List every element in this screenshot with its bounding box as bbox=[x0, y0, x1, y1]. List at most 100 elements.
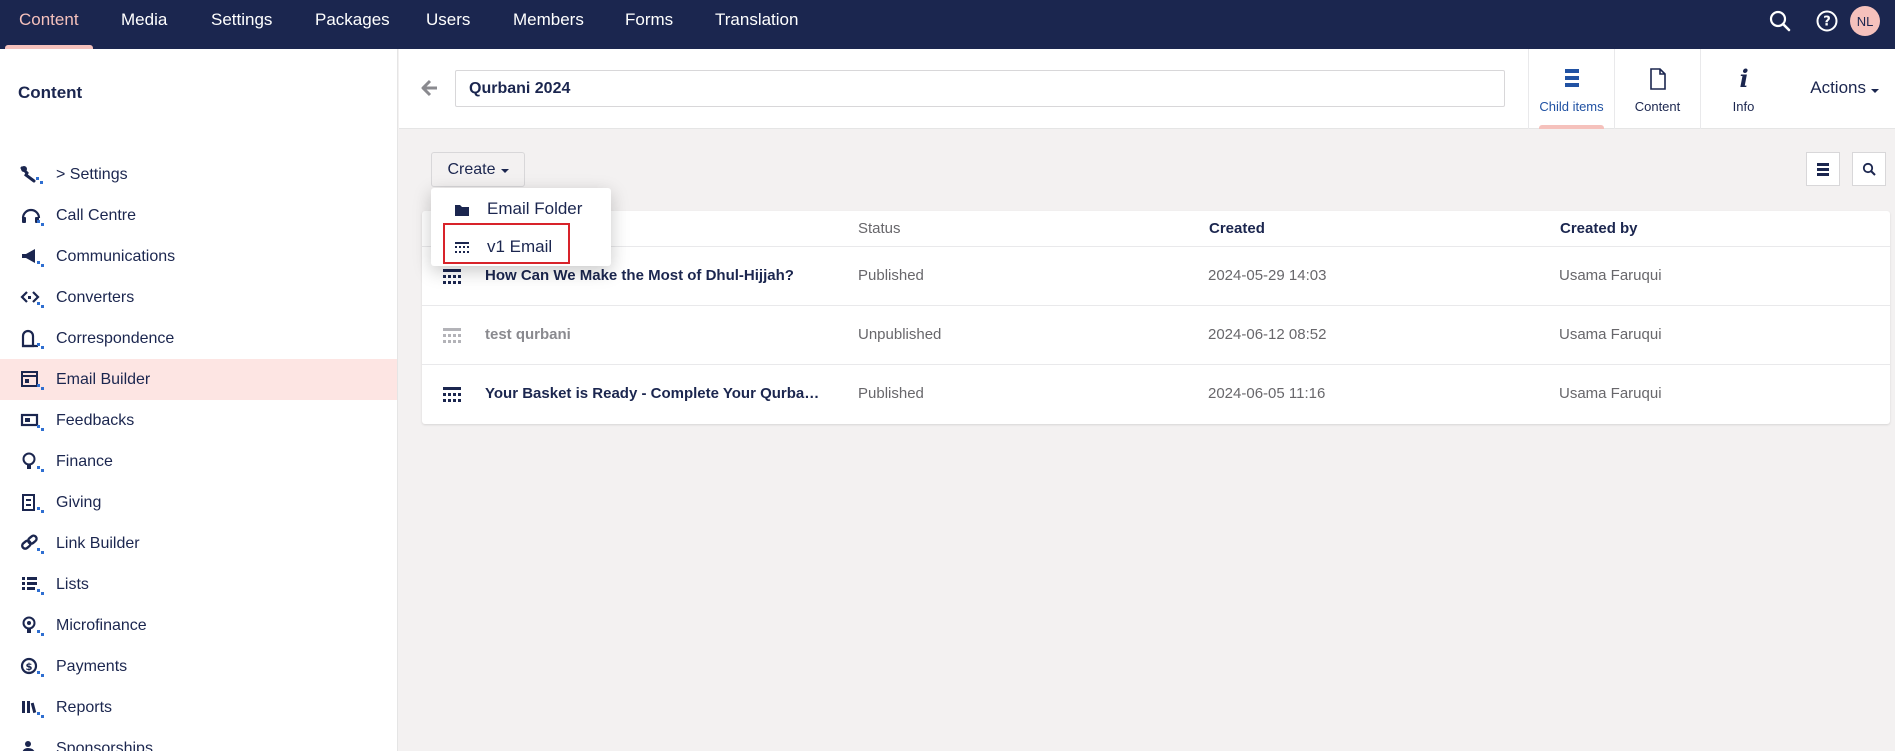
tree-item-feedbacks[interactable]: Feedbacks bbox=[0, 400, 397, 441]
tree-item-call-centre[interactable]: Call Centre bbox=[0, 195, 397, 236]
child-items-table: Status Created Created by How Can We Mak… bbox=[422, 211, 1890, 424]
svg-text:?: ? bbox=[1823, 15, 1831, 30]
search-icon[interactable] bbox=[1766, 7, 1794, 35]
search-icon bbox=[1862, 162, 1876, 176]
row-status: Published bbox=[858, 385, 924, 402]
tree-item-sponsorships[interactable]: Sponsorships bbox=[0, 728, 397, 751]
tree-item-communications[interactable]: Communications bbox=[0, 236, 397, 277]
tree-item-label: Correspondence bbox=[56, 329, 175, 347]
row-created: 2024-06-05 11:16 bbox=[1208, 385, 1326, 402]
tree-item-link-builder[interactable]: Link Builder bbox=[0, 523, 397, 564]
email-grid-icon bbox=[443, 269, 461, 284]
tab-label: Content bbox=[1634, 99, 1681, 114]
headset-icon bbox=[21, 208, 44, 226]
table-row[interactable]: How Can We Make the Most of Dhul-Hijjah?… bbox=[422, 247, 1890, 306]
row-created: 2024-06-12 08:52 bbox=[1208, 326, 1327, 343]
section-forms[interactable]: Forms bbox=[606, 0, 692, 49]
table-row[interactable]: test qurbani Unpublished 2024-06-12 08:5… bbox=[422, 306, 1890, 365]
folder-icon bbox=[455, 205, 469, 216]
menu-item-v1-email[interactable]: v1 Email bbox=[431, 228, 611, 266]
menu-item-email-folder[interactable]: Email Folder bbox=[431, 190, 611, 228]
tab-info[interactable]: i Info bbox=[1700, 49, 1786, 129]
tree-item-finance[interactable]: Finance bbox=[0, 441, 397, 482]
user-avatar[interactable]: NL bbox=[1850, 6, 1880, 36]
back-arrow-icon[interactable] bbox=[421, 79, 439, 97]
tab-content[interactable]: Content bbox=[1614, 49, 1700, 129]
row-status: Unpublished bbox=[858, 326, 942, 343]
list-layout-icon bbox=[1817, 163, 1829, 176]
column-created-by[interactable]: Created by bbox=[1560, 220, 1638, 237]
editor-header: Child items Content i Info Actions bbox=[399, 49, 1895, 129]
section-content[interactable]: Content bbox=[0, 0, 98, 49]
row-created-by: Usama Faruqui bbox=[1559, 385, 1662, 402]
row-name[interactable]: How Can We Make the Most of Dhul-Hijjah? bbox=[485, 267, 825, 284]
top-navigation-bar: Content Media Settings Packages Users Me… bbox=[0, 0, 1895, 49]
tree-item-label: Call Centre bbox=[56, 206, 137, 224]
tree-item-payments[interactable]: $ Payments bbox=[0, 646, 397, 687]
chevron-down-icon bbox=[500, 168, 509, 173]
finance-icon bbox=[22, 452, 44, 472]
section-translation[interactable]: Translation bbox=[696, 0, 817, 49]
content-tree: > Settings Call Centre Communications Co… bbox=[0, 154, 397, 751]
create-label: Create bbox=[447, 160, 496, 178]
section-media[interactable]: Media bbox=[102, 0, 186, 49]
tree-item-label: Payments bbox=[56, 657, 128, 675]
email-grid-icon bbox=[443, 387, 461, 402]
row-created-by: Usama Faruqui bbox=[1559, 267, 1662, 284]
tree-item-label: Converters bbox=[56, 288, 135, 306]
feedback-icon bbox=[20, 413, 44, 431]
child-items-icon bbox=[1529, 67, 1614, 93]
row-name[interactable]: test qurbani bbox=[485, 326, 825, 343]
tree-item-label: Finance bbox=[56, 452, 113, 470]
chevron-down-icon bbox=[1871, 89, 1879, 93]
row-name[interactable]: Your Basket is Ready - Complete Your Qur… bbox=[485, 385, 825, 402]
giving-icon bbox=[22, 494, 44, 513]
node-name-input[interactable] bbox=[455, 70, 1505, 107]
list-search-button[interactable] bbox=[1852, 152, 1886, 186]
create-button[interactable]: Create bbox=[431, 152, 525, 187]
tree-item-label: Giving bbox=[56, 493, 102, 511]
column-status[interactable]: Status bbox=[858, 220, 901, 237]
svg-text:i: i bbox=[1739, 67, 1748, 91]
reports-icon bbox=[22, 701, 44, 718]
list-icon bbox=[22, 577, 44, 595]
link-icon bbox=[21, 534, 44, 554]
list-layout-button[interactable] bbox=[1806, 152, 1840, 186]
svg-text:$: $ bbox=[26, 662, 33, 673]
tree-item-settings[interactable]: > Settings bbox=[0, 154, 397, 195]
section-settings[interactable]: Settings bbox=[192, 0, 291, 49]
row-created: 2024-05-29 14:03 bbox=[1208, 267, 1327, 284]
converter-icon bbox=[20, 291, 44, 308]
column-created[interactable]: Created bbox=[1209, 220, 1265, 237]
payments-icon: $ bbox=[20, 657, 44, 677]
table-row[interactable]: Your Basket is Ready - Complete Your Qur… bbox=[422, 365, 1890, 424]
section-users[interactable]: Users bbox=[407, 0, 489, 49]
tree-item-converters[interactable]: Converters bbox=[0, 277, 397, 318]
tree-item-giving[interactable]: Giving bbox=[0, 482, 397, 523]
tree-item-correspondence[interactable]: Correspondence bbox=[0, 318, 397, 359]
section-packages[interactable]: Packages bbox=[296, 0, 409, 49]
tree-title: Content bbox=[18, 83, 83, 102]
tree-item-microfinance[interactable]: Microfinance bbox=[0, 605, 397, 646]
help-icon[interactable]: ? bbox=[1813, 7, 1841, 35]
actions-label: Actions bbox=[1810, 78, 1866, 97]
tree-item-lists[interactable]: Lists bbox=[0, 564, 397, 605]
tree-item-email-builder[interactable]: Email Builder bbox=[0, 359, 397, 400]
tab-label: Info bbox=[1732, 99, 1755, 114]
email-builder-icon bbox=[21, 371, 44, 390]
menu-item-label: v1 Email bbox=[487, 237, 553, 256]
tree-item-label: Lists bbox=[56, 575, 89, 593]
menu-item-label: Email Folder bbox=[487, 199, 583, 218]
section-members[interactable]: Members bbox=[494, 0, 603, 49]
email-grid-icon bbox=[455, 242, 469, 253]
email-grid-icon bbox=[443, 328, 461, 343]
megaphone-icon bbox=[22, 249, 44, 267]
table-header: Status Created Created by bbox=[422, 211, 1890, 247]
tree-item-label: Link Builder bbox=[56, 534, 140, 552]
actions-button[interactable]: Actions bbox=[1810, 78, 1879, 98]
tab-child-items[interactable]: Child items bbox=[1528, 49, 1614, 129]
info-icon: i bbox=[1701, 67, 1786, 93]
tree-item-label: Reports bbox=[56, 698, 113, 716]
tree-item-reports[interactable]: Reports bbox=[0, 687, 397, 728]
create-dropdown-menu: Email Folder v1 Email bbox=[431, 188, 611, 266]
